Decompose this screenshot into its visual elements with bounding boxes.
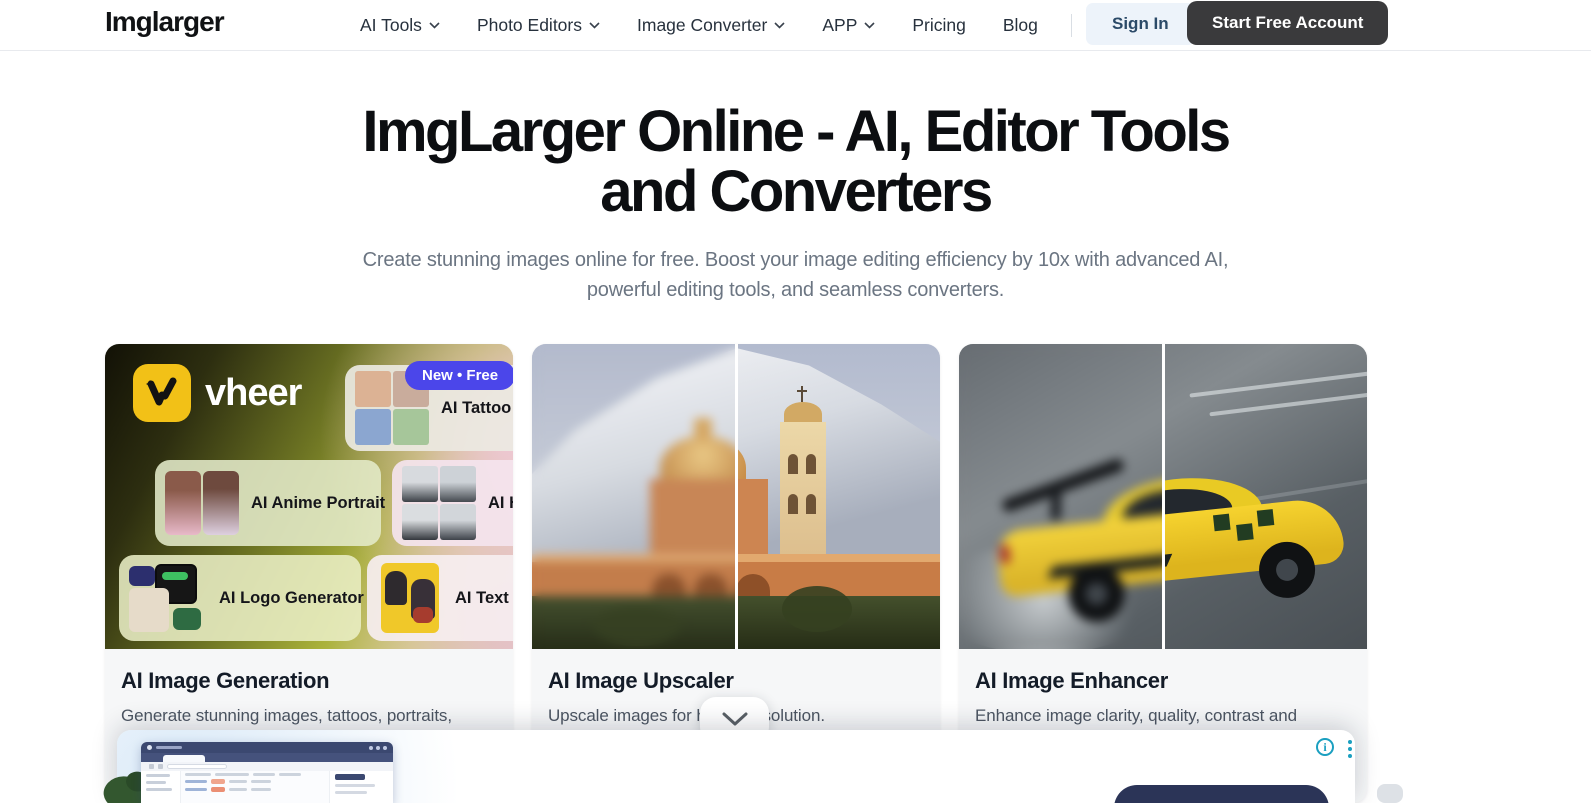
vheer-logo: vheer xyxy=(133,364,302,422)
card-ai-image-enhancer-preview xyxy=(959,344,1367,649)
tile-ai-logo-generator[interactable]: AI Logo Generator xyxy=(119,555,364,641)
car-before-image xyxy=(959,344,1163,649)
nav-blog-label: Blog xyxy=(1002,15,1038,35)
sign-in-button[interactable]: Sign In xyxy=(1086,3,1195,45)
tile-ai-logo-generator-label: AI Logo Generator xyxy=(219,588,364,607)
new-free-badge: New • Free xyxy=(405,361,513,390)
chevron-down-icon xyxy=(722,712,748,729)
tile-ai-text-to-image-label: AI Text To Image xyxy=(455,588,513,607)
nav-blog[interactable]: Blog xyxy=(1003,15,1038,36)
tile-ai-headshot-label: AI Headshot xyxy=(488,493,513,512)
tile-ai-tattoo-generator-label: AI Tattoo Generator xyxy=(441,398,513,417)
nav-image-converter-label: Image Converter xyxy=(637,15,768,35)
before-after-divider[interactable] xyxy=(1162,344,1165,649)
church-before-image xyxy=(532,344,736,649)
nav-photo-editors-label: Photo Editors xyxy=(476,15,582,35)
ad-app-screenshot xyxy=(141,742,393,803)
before-after-divider[interactable] xyxy=(735,344,738,649)
page-title-line1: ImgLarger Online - AI, Editor Tools xyxy=(362,99,1231,164)
page-subtitle-line2: powerful editing tools, and seamless con… xyxy=(586,279,1005,301)
page-title-line2: and Converters xyxy=(600,159,993,224)
chevron-down-icon xyxy=(589,22,600,29)
card-ai-image-generation-preview: vheer AI Tattoo Generator New • Free xyxy=(105,344,513,649)
header: Imglarger AI Tools Photo Editors Image C… xyxy=(0,0,1591,51)
main-nav: AI Tools Photo Editors Image Converter A… xyxy=(360,0,1038,51)
anime-sample-images xyxy=(165,471,239,535)
vheer-logo-icon xyxy=(133,364,191,422)
nav-ai-tools[interactable]: AI Tools xyxy=(360,15,440,36)
nav-pricing-label: Pricing xyxy=(912,15,966,35)
floating-corner-widget[interactable] xyxy=(1377,784,1403,803)
text-to-image-sample xyxy=(377,563,443,633)
logo-sample-images xyxy=(129,564,207,632)
ad-banner[interactable]: i xyxy=(99,730,1357,803)
tile-ai-anime-portrait-label: AI Anime Portrait xyxy=(251,493,386,512)
nav-ai-tools-label: AI Tools xyxy=(360,15,422,35)
nav-app[interactable]: APP xyxy=(822,15,875,36)
card-title: AI Image Generation xyxy=(121,668,330,693)
ad-info-icon[interactable]: i xyxy=(1316,738,1334,756)
tile-ai-anime-portrait[interactable]: AI Anime Portrait xyxy=(155,460,385,546)
site-logo[interactable]: Imglarger xyxy=(105,6,225,38)
tile-ai-text-to-image[interactable]: AI Text To Image xyxy=(367,555,513,641)
nav-photo-editors[interactable]: Photo Editors xyxy=(477,15,600,36)
nav-app-label: APP xyxy=(822,15,858,35)
vheer-brand-label: vheer xyxy=(205,371,302,414)
page: Imglarger AI Tools Photo Editors Image C… xyxy=(0,0,1591,803)
page-title: ImgLarger Online - AI, Editor Tools and … xyxy=(0,102,1591,222)
ad-cta-button[interactable] xyxy=(1114,785,1329,803)
tile-ai-headshot[interactable]: AI Headshot xyxy=(392,460,513,546)
ad-options-icon[interactable] xyxy=(1343,738,1357,760)
start-free-account-button[interactable]: Start Free Account xyxy=(1187,1,1389,45)
vheer-collage: vheer AI Tattoo Generator New • Free xyxy=(105,344,513,649)
card-title: AI Image Upscaler xyxy=(548,668,734,693)
header-divider xyxy=(1071,14,1072,37)
card-title: AI Image Enhancer xyxy=(975,668,1168,693)
nav-image-converter[interactable]: Image Converter xyxy=(637,15,785,36)
card-ai-image-upscaler-preview xyxy=(532,344,940,649)
nav-pricing[interactable]: Pricing xyxy=(912,15,966,36)
chevron-down-icon xyxy=(429,22,440,29)
headshot-sample-images xyxy=(402,466,476,540)
chevron-down-icon xyxy=(774,22,785,29)
page-subtitle-line1: Create stunning images online for free. … xyxy=(362,249,1229,271)
page-subtitle: Create stunning images online for free. … xyxy=(0,245,1591,305)
chevron-down-icon xyxy=(864,22,875,29)
